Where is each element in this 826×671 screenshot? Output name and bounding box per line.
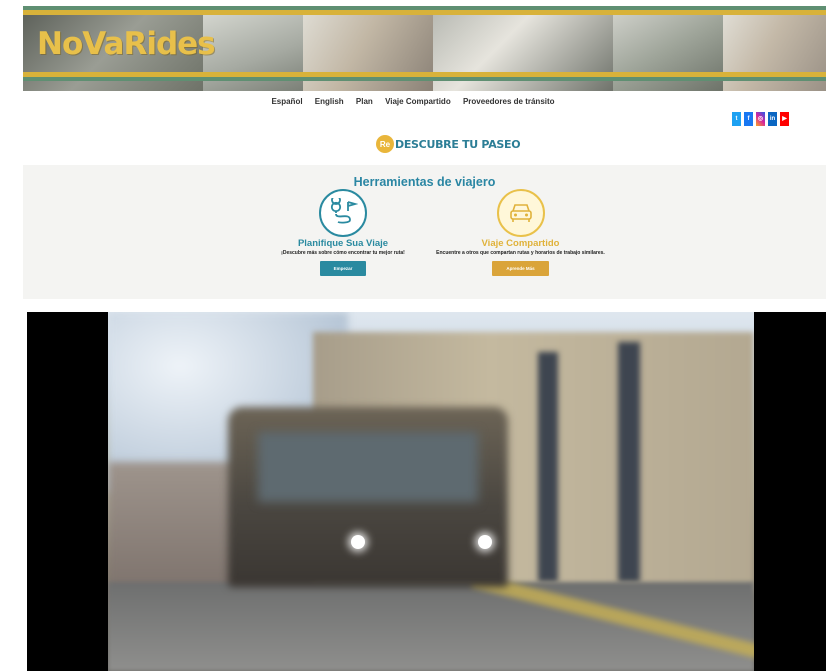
- main-nav: Español English Plan Viaje Compartido Pr…: [0, 97, 826, 106]
- video-window: [538, 352, 558, 582]
- video-bus-windshield: [258, 432, 478, 502]
- nav-item-proveedores[interactable]: Proveedores de tránsito: [463, 97, 555, 106]
- video-headlight: [351, 535, 365, 549]
- social-links: t f ◎ in ▶: [732, 112, 789, 126]
- plan-trip-desc: ¡Descubre más sobre cómo encontrar tu me…: [281, 250, 405, 256]
- instagram-icon[interactable]: ◎: [756, 112, 765, 126]
- banner-stripe: [23, 10, 826, 15]
- plan-trip-card: Planifique Sua Viaje ¡Descubre más sobre…: [263, 189, 423, 276]
- nav-item-espanol[interactable]: Español: [271, 97, 302, 106]
- car-icon: [496, 189, 545, 237]
- tagline-text: DESCUBRE TU PASEO: [395, 137, 521, 151]
- twitter-icon[interactable]: t: [732, 112, 741, 126]
- site-logo[interactable]: NoVaRides: [37, 26, 216, 62]
- re-badge: Re: [376, 135, 394, 153]
- video-headlight: [478, 535, 492, 549]
- hero-banner: NoVaRides: [23, 6, 826, 91]
- tagline: Re DESCUBRE TU PASEO: [376, 135, 521, 153]
- video-houses: [108, 462, 248, 602]
- rideshare-desc: Encuentre a otros que compartan rutas y …: [436, 250, 605, 256]
- video-frame: [108, 312, 754, 671]
- nav-item-viaje-compartido[interactable]: Viaje Compartido: [385, 97, 451, 106]
- youtube-icon[interactable]: ▶: [780, 112, 789, 126]
- video-player[interactable]: [27, 312, 826, 671]
- nav-item-plan[interactable]: Plan: [356, 97, 373, 106]
- banner-stripe: [23, 77, 826, 81]
- nav-item-english[interactable]: English: [315, 97, 344, 106]
- tools-title: Herramientas de viajero: [353, 175, 496, 189]
- traveler-tools-section: Herramientas de viajero Planifique Sua V…: [23, 165, 826, 299]
- plan-trip-title: Planifique Sua Viaje: [297, 238, 389, 249]
- start-button[interactable]: Empezar: [319, 261, 367, 276]
- rideshare-card: Viaje Compartido Encuentre a otros que c…: [433, 189, 608, 276]
- linkedin-icon[interactable]: in: [768, 112, 777, 126]
- rideshare-title: Viaje Compartido: [481, 238, 560, 249]
- video-window: [618, 342, 640, 582]
- facebook-icon[interactable]: f: [744, 112, 753, 126]
- learn-more-button[interactable]: Aprende Más: [492, 261, 549, 276]
- route-map-icon: [319, 189, 367, 237]
